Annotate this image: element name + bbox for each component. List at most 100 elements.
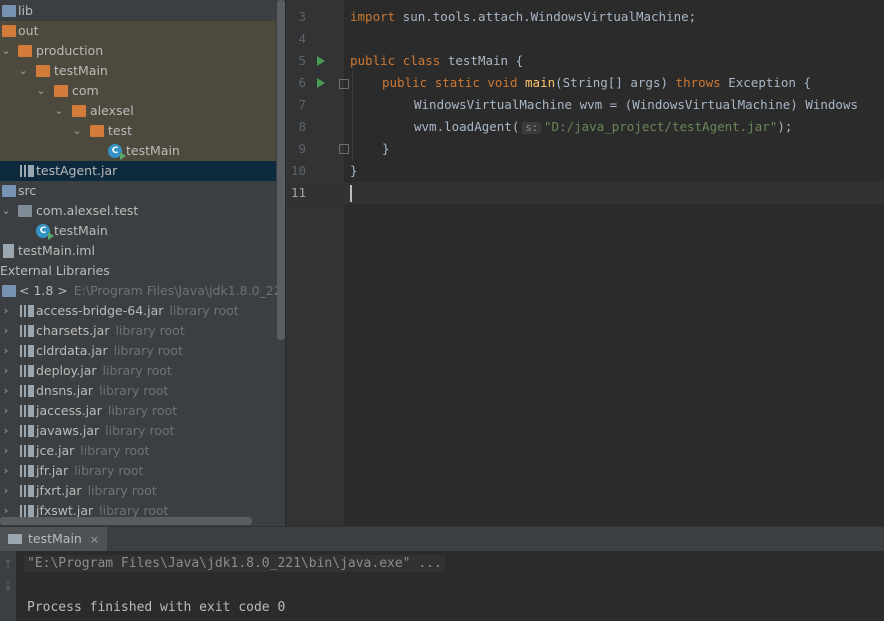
tree-item-test[interactable]: ⌄ test bbox=[0, 121, 276, 141]
run-tab-testmain[interactable]: testMain × bbox=[0, 527, 108, 551]
console-exit-message: Process finished with exit code 0 bbox=[27, 600, 286, 615]
jar-icon bbox=[20, 165, 34, 177]
code-line-7[interactable]: WindowsVirtualMachine wvm = (WindowsVirt… bbox=[414, 94, 858, 116]
chevron-right-icon[interactable]: › bbox=[0, 401, 12, 421]
horizontal-scrollbar[interactable] bbox=[0, 517, 252, 525]
tree-item-production[interactable]: ⌄ production bbox=[0, 41, 276, 61]
tree-item-testagent-jar[interactable]: testAgent.jar bbox=[0, 161, 276, 181]
vertical-scrollbar[interactable] bbox=[277, 0, 285, 340]
project-tool-window: lib out ⌄ production ⌄ testMain ⌄ com ⌄ … bbox=[0, 0, 285, 526]
run-tool-window-header: testMain × bbox=[0, 526, 884, 551]
chevron-right-icon[interactable]: › bbox=[0, 361, 12, 381]
line-number: 4 bbox=[298, 31, 306, 46]
tree-item-testmain-output[interactable]: ⌄ testMain bbox=[0, 61, 276, 81]
jar-icon bbox=[20, 445, 34, 457]
line-number-current: 11 bbox=[290, 185, 306, 200]
tree-item-lib[interactable]: lib bbox=[0, 1, 276, 21]
code-line-3[interactable]: import sun.tools.attach.WindowsVirtualMa… bbox=[350, 6, 696, 28]
tree-item-alexsel[interactable]: ⌄ alexsel bbox=[0, 101, 276, 121]
tree-item-external-libraries[interactable]: External Libraries bbox=[0, 261, 276, 281]
chevron-right-icon[interactable]: › bbox=[0, 301, 12, 321]
folder-icon bbox=[36, 65, 50, 77]
tree-item-testmain-source[interactable]: C testMain bbox=[0, 221, 276, 241]
tree-item-library[interactable]: › javaws.jar library root bbox=[0, 421, 276, 441]
line-number: 5 bbox=[298, 53, 306, 68]
tree-item-package[interactable]: ⌄ com.alexsel.test bbox=[0, 201, 276, 221]
folder-icon bbox=[2, 25, 16, 37]
folder-icon bbox=[72, 105, 86, 117]
chevron-down-icon[interactable]: ⌄ bbox=[0, 201, 12, 221]
folder-icon bbox=[54, 85, 68, 97]
line-number: 6 bbox=[298, 75, 306, 90]
chevron-right-icon[interactable]: › bbox=[0, 381, 12, 401]
tree-item-library[interactable]: › charsets.jar library root bbox=[0, 321, 276, 341]
tree-item-library[interactable]: › cldrdata.jar library root bbox=[0, 341, 276, 361]
line-number: 8 bbox=[298, 119, 306, 134]
current-line-highlight bbox=[286, 182, 884, 204]
tree-item-library[interactable]: › dnsns.jar library root bbox=[0, 381, 276, 401]
jar-icon bbox=[20, 505, 34, 517]
class-file-icon: C bbox=[108, 144, 126, 160]
jar-icon bbox=[20, 465, 34, 477]
line-number: 3 bbox=[298, 9, 306, 24]
chevron-right-icon[interactable]: › bbox=[0, 341, 12, 361]
jar-icon bbox=[20, 405, 34, 417]
source-folder-icon bbox=[2, 185, 16, 197]
folder-icon bbox=[2, 5, 16, 17]
jar-icon bbox=[20, 345, 34, 357]
line-number: 10 bbox=[290, 163, 306, 178]
chevron-down-icon[interactable]: ⌄ bbox=[71, 121, 83, 141]
jar-icon bbox=[20, 365, 34, 377]
package-icon bbox=[18, 205, 32, 217]
fold-icon[interactable] bbox=[339, 144, 349, 154]
tree-item-library[interactable]: › jaccess.jar library root bbox=[0, 401, 276, 421]
tree-item-library[interactable]: › jce.jar library root bbox=[0, 441, 276, 461]
chevron-right-icon[interactable]: › bbox=[0, 461, 12, 481]
run-config-icon bbox=[8, 534, 22, 544]
tree-item-iml[interactable]: testMain.iml bbox=[0, 241, 276, 261]
scroll-up-icon[interactable]: ↑ bbox=[0, 557, 16, 571]
chevron-down-icon[interactable]: ⌄ bbox=[17, 61, 29, 81]
close-icon[interactable]: × bbox=[90, 533, 99, 546]
scroll-down-icon[interactable]: ↓ bbox=[0, 579, 16, 593]
chevron-down-icon[interactable]: ⌄ bbox=[53, 101, 65, 121]
tree-item-library[interactable]: › access-bridge-64.jar library root bbox=[0, 301, 276, 321]
java-class-icon: C bbox=[36, 224, 54, 240]
code-line-9[interactable]: } bbox=[382, 138, 390, 160]
line-number: 7 bbox=[298, 97, 306, 112]
chevron-down-icon[interactable]: ⌄ bbox=[0, 41, 12, 61]
sdk-folder-icon bbox=[2, 285, 16, 297]
chevron-right-icon[interactable]: › bbox=[0, 321, 12, 341]
line-number: 9 bbox=[298, 141, 306, 156]
tree-item-library[interactable]: › jfxrt.jar library root bbox=[0, 481, 276, 501]
code-line-10[interactable]: } bbox=[350, 160, 358, 182]
indent-guide bbox=[352, 70, 353, 162]
parameter-hint: s: bbox=[522, 122, 542, 134]
jar-icon bbox=[20, 305, 34, 317]
tree-item-com[interactable]: ⌄ com bbox=[0, 81, 276, 101]
folder-icon bbox=[18, 45, 32, 57]
tree-item-src[interactable]: src bbox=[0, 181, 276, 201]
jar-icon bbox=[20, 425, 34, 437]
code-line-6[interactable]: public static void main(String[] args) t… bbox=[382, 72, 811, 94]
code-line-5[interactable]: public class testMain { bbox=[350, 50, 523, 72]
tree-item-out[interactable]: out bbox=[0, 21, 276, 41]
console-command-line[interactable]: "E:\Program Files\Java\jdk1.8.0_221\bin\… bbox=[24, 555, 445, 572]
code-line-8[interactable]: wvm.loadAgent(s: "D:/java_project/testAge… bbox=[414, 116, 792, 139]
run-method-icon[interactable] bbox=[317, 78, 325, 88]
chevron-right-icon[interactable]: › bbox=[0, 421, 12, 441]
jar-icon bbox=[20, 385, 34, 397]
chevron-down-icon[interactable]: ⌄ bbox=[35, 81, 47, 101]
chevron-right-icon[interactable]: › bbox=[0, 481, 12, 501]
run-class-icon[interactable] bbox=[317, 56, 325, 66]
folder-icon bbox=[90, 125, 104, 137]
tree-item-testmain-class[interactable]: C testMain bbox=[0, 141, 276, 161]
tree-item-library[interactable]: › jfr.jar library root bbox=[0, 461, 276, 481]
tree-item-library[interactable]: › deploy.jar library root bbox=[0, 361, 276, 381]
fold-icon[interactable] bbox=[339, 79, 349, 89]
chevron-right-icon[interactable]: › bbox=[0, 441, 12, 461]
text-caret bbox=[350, 185, 352, 202]
module-file-icon bbox=[3, 244, 14, 258]
tree-item-jdk[interactable]: < 1.8 > E:\Program Files\Java\jdk1.8.0_22… bbox=[0, 281, 285, 301]
jar-icon bbox=[20, 325, 34, 337]
